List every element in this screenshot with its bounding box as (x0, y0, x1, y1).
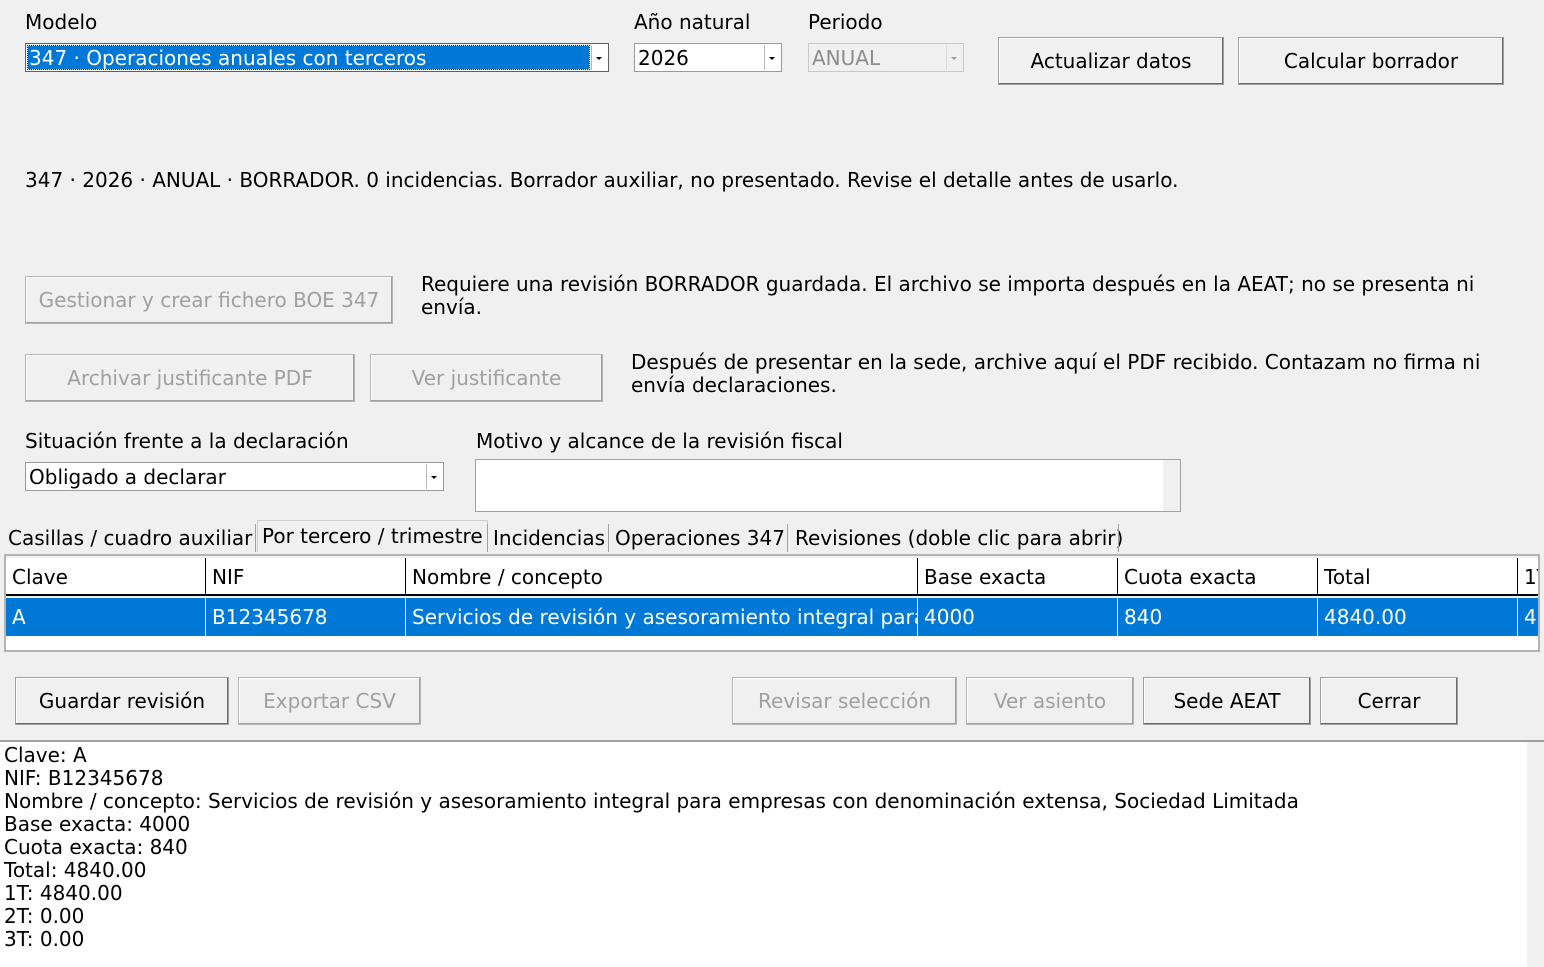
motivo-scrollbar[interactable] (1163, 460, 1180, 511)
tab-casillas[interactable]: Casillas / cuadro auxiliar (4, 524, 256, 552)
situacion-select[interactable]: Obligado a declarar (25, 462, 444, 491)
detail-line-clave: Clave: A (4, 743, 87, 767)
modelo-select[interactable]: 347 · Operaciones anuales con terceros (25, 43, 609, 72)
detail-line-base: Base exacta: 4000 (4, 812, 191, 836)
column-header-cuota[interactable]: Cuota exacta (1118, 558, 1318, 596)
anio-select[interactable]: 2026 (634, 43, 782, 72)
motivo-label: Motivo y alcance de la revisión fiscal (476, 429, 843, 453)
actualizar-datos-button[interactable]: Actualizar datos (998, 37, 1224, 85)
revisar-seleccion-button[interactable]: Revisar selección (732, 677, 957, 725)
anio-label: Año natural (634, 10, 751, 34)
exportar-csv-button[interactable]: Exportar CSV (238, 677, 421, 725)
column-header-1t[interactable]: 1T (1518, 558, 1538, 596)
boe-note-line2: envía. (421, 295, 482, 319)
modelo-label: Modelo (25, 10, 98, 34)
anio-select-value: 2026 (638, 46, 689, 70)
sede-aeat-button[interactable]: Sede AEAT (1143, 677, 1311, 725)
periodo-label: Periodo (808, 10, 883, 34)
periodo-select: ANUAL (808, 43, 964, 72)
chevron-down-icon (946, 45, 962, 70)
gestionar-boe-button[interactable]: Gestionar y crear fichero BOE 347 (25, 276, 393, 324)
column-header-total[interactable]: Total (1318, 558, 1518, 596)
summary-status: 347 · 2026 · ANUAL · BORRADOR. 0 inciden… (25, 168, 1179, 192)
chevron-down-icon[interactable] (764, 45, 780, 70)
chevron-down-icon[interactable] (426, 464, 442, 489)
periodo-select-value: ANUAL (812, 46, 881, 70)
column-header-nombre[interactable]: Nombre / concepto (406, 558, 918, 596)
tab-incidencias[interactable]: Incidencias (489, 524, 609, 552)
ver-asiento-button[interactable]: Ver asiento (966, 677, 1134, 725)
tab-revisiones[interactable]: Revisiones (doble clic para abrir) (791, 524, 1127, 552)
detail-line-nombre: Nombre / concepto: Servicios de revisión… (4, 789, 1299, 813)
motivo-textarea[interactable] (475, 459, 1181, 512)
detail-textarea[interactable]: Clave: A NIF: B12345678 Nombre / concept… (0, 740, 1544, 967)
detail-line-nif: NIF: B12345678 (4, 766, 164, 790)
table-cell-cuota[interactable]: 840 (1118, 598, 1318, 636)
column-header-base[interactable]: Base exacta (918, 558, 1118, 596)
detail-line-3t: 3T: 0.00 (4, 927, 85, 951)
table-cell-total[interactable]: 4840.00 (1318, 598, 1518, 636)
detail-scrollbar[interactable] (1527, 742, 1544, 967)
table-cell-1t[interactable]: 4840.00 (1518, 598, 1538, 636)
chevron-down-icon[interactable] (591, 45, 607, 70)
cerrar-button[interactable]: Cerrar (1320, 677, 1458, 725)
detail-line-2t: 2T: 0.00 (4, 904, 85, 928)
situacion-select-value: Obligado a declarar (29, 465, 226, 489)
table-empty-area (6, 636, 1538, 650)
modelo-select-value: 347 · Operaciones anuales con terceros (29, 46, 427, 70)
column-header-nif[interactable]: NIF (206, 558, 406, 596)
boe-note-line1: Requiere una revisión BORRADOR guardada.… (421, 272, 1475, 296)
column-header-clave[interactable]: Clave (6, 558, 206, 596)
table-cell-base[interactable]: 4000 (918, 598, 1118, 636)
table-cell-nif[interactable]: B12345678 (206, 598, 406, 636)
archivar-justificante-button[interactable]: Archivar justificante PDF (25, 354, 355, 402)
ver-justificante-button[interactable]: Ver justificante (370, 354, 603, 402)
justificante-note-line2: envía declaraciones. (631, 373, 837, 397)
situacion-label: Situación frente a la declaración (25, 429, 349, 453)
detail-line-cuota: Cuota exacta: 840 (4, 835, 188, 859)
guardar-revision-button[interactable]: Guardar revisión (15, 677, 229, 725)
table-cell-clave[interactable]: A (6, 598, 206, 636)
detail-line-total: Total: 4840.00 (4, 858, 147, 882)
justificante-note-line1: Después de presentar en la sede, archive… (631, 350, 1481, 374)
tab-operaciones-347[interactable]: Operaciones 347 (611, 524, 789, 552)
calcular-borrador-button[interactable]: Calcular borrador (1238, 37, 1504, 85)
tab-por-tercero[interactable]: Por tercero / trimestre (257, 520, 488, 552)
table-cell-nombre[interactable]: Servicios de revisión y asesoramiento in… (406, 598, 918, 636)
detail-line-1t: 1T: 4840.00 (4, 881, 123, 905)
